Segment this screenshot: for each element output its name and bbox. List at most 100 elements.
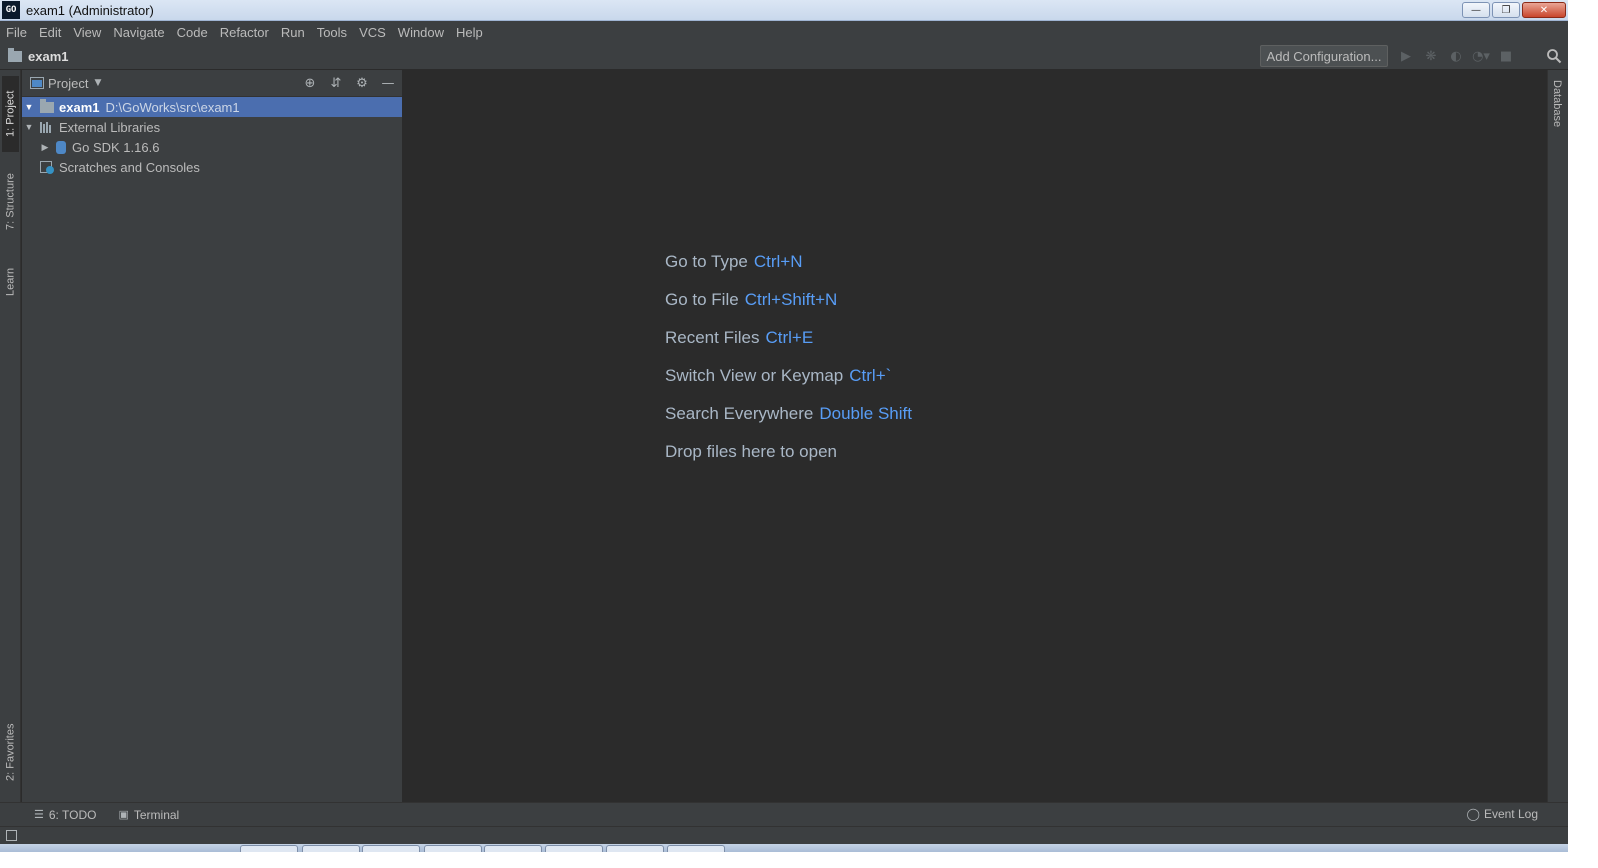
- project-tool-window: Project ▼ ⊕ ⇵ ⚙ — ▼ exam1 D:\GoWorks\src…: [22, 70, 403, 802]
- stop-icon[interactable]: ■: [1498, 48, 1514, 64]
- gear-icon[interactable]: ⚙: [354, 75, 370, 91]
- hint-drop-files: Drop files here to open: [665, 442, 837, 462]
- tree-node-go-sdk[interactable]: ▶ Go SDK 1.16.6: [22, 137, 402, 157]
- expanded-arrow-icon[interactable]: ▼: [24, 102, 34, 112]
- run-toolbar: ▶ ❋ ◐ ◔▾ ■: [1398, 48, 1514, 64]
- search-everywhere-icon[interactable]: [1546, 48, 1562, 64]
- expanded-arrow-icon[interactable]: ▼: [24, 122, 34, 132]
- tree-node-label: External Libraries: [59, 119, 161, 135]
- project-view-icon: [30, 77, 44, 89]
- folder-icon: [8, 47, 22, 62]
- menu-tools[interactable]: Tools: [317, 25, 347, 40]
- hint-shortcut: Double Shift: [819, 404, 912, 423]
- collapsed-arrow-icon[interactable]: ▶: [40, 142, 50, 153]
- tab-todo-label: 6: TODO: [48, 807, 97, 822]
- libraries-icon: [40, 121, 54, 133]
- tree-node-external-libraries[interactable]: ▼ External Libraries: [22, 117, 402, 137]
- tree-node-label: exam1: [59, 99, 100, 115]
- hint-text: Switch View or Keymap: [665, 366, 844, 385]
- window-controls: — ❐ ✕: [1462, 2, 1566, 18]
- hint-switch-view: Switch View or Keymap Ctrl+`: [665, 366, 891, 386]
- chevron-down-icon[interactable]: ▼: [94, 78, 101, 88]
- tab-favorites-label: 2: Favorites: [4, 723, 17, 781]
- list-icon: ☰: [34, 809, 44, 821]
- menu-file[interactable]: File: [6, 25, 27, 40]
- hint-text: Go to Type: [665, 252, 748, 271]
- hint-shortcut: Ctrl+N: [753, 252, 803, 271]
- tab-project[interactable]: 1: Project: [2, 76, 19, 152]
- hint-search-everywhere: Search Everywhere Double Shift: [665, 404, 912, 424]
- event-log-button[interactable]: ◯ Event Log: [1467, 807, 1538, 821]
- hint-text: Search Everywhere: [665, 404, 814, 423]
- menu-refactor[interactable]: Refactor: [220, 25, 269, 40]
- hint-text: Recent Files: [665, 328, 760, 347]
- tree-node-path: D:\GoWorks\src\exam1: [105, 99, 240, 115]
- locate-icon[interactable]: ⊕: [302, 75, 318, 91]
- scratches-icon: [40, 160, 54, 174]
- bottom-tool-stripe: ☰ 6: TODO ▣ Terminal ◯ Event Log: [0, 802, 1568, 826]
- tab-favorites[interactable]: 2: Favorites: [2, 710, 19, 794]
- hint-shortcut: Ctrl+`: [849, 366, 892, 385]
- menu-view[interactable]: View: [73, 25, 101, 40]
- tab-learn[interactable]: Learn: [2, 256, 19, 308]
- menu-code[interactable]: Code: [177, 25, 208, 40]
- menu-bar: File Edit View Navigate Code Refactor Ru…: [0, 21, 1568, 43]
- add-configuration-button[interactable]: Add Configuration...: [1260, 45, 1388, 67]
- tab-structure[interactable]: 7: Structure: [2, 162, 19, 242]
- left-tool-stripe: 1: Project 7: Structure Learn 2: Favorit…: [0, 70, 21, 802]
- run-icon[interactable]: ▶: [1398, 48, 1414, 64]
- coverage-icon[interactable]: ◐: [1448, 48, 1464, 64]
- menu-vcs[interactable]: VCS: [359, 25, 386, 40]
- tab-todo[interactable]: ☰ 6: TODO: [34, 808, 96, 822]
- restore-button[interactable]: ❐: [1492, 2, 1520, 18]
- go-sdk-icon: [56, 140, 66, 154]
- collapse-all-icon[interactable]: ⇵: [328, 75, 344, 91]
- hide-icon[interactable]: —: [380, 75, 396, 91]
- hint-go-to-type: Go to Type Ctrl+N: [665, 252, 803, 272]
- tab-structure-label: 7: Structure: [4, 173, 17, 231]
- screen-margin: [0, 852, 1598, 868]
- tab-terminal[interactable]: ▣ Terminal: [118, 808, 179, 822]
- project-panel-header: Project ▼ ⊕ ⇵ ⚙ —: [22, 70, 402, 97]
- tree-node-scratches[interactable]: Scratches and Consoles: [22, 157, 402, 177]
- hint-recent-files: Recent Files Ctrl+E: [665, 328, 813, 348]
- tab-project-label: 1: Project: [4, 90, 17, 138]
- screen-margin: [1568, 0, 1598, 868]
- menu-window[interactable]: Window: [398, 25, 444, 40]
- hint-go-to-file: Go to File Ctrl+Shift+N: [665, 290, 837, 310]
- tab-terminal-label: Terminal: [133, 807, 180, 822]
- tab-database[interactable]: Database: [1551, 80, 1563, 127]
- tree-node-exam1[interactable]: ▼ exam1 D:\GoWorks\src\exam1: [22, 97, 402, 117]
- tree-node-label: Go SDK 1.16.6: [72, 139, 160, 155]
- hint-shortcut: Ctrl+Shift+N: [744, 290, 838, 309]
- event-log-label: Event Log: [1483, 807, 1538, 821]
- right-tool-stripe: Database: [1547, 70, 1568, 802]
- menu-navigate[interactable]: Navigate: [113, 25, 164, 40]
- tab-database-label: Database: [1551, 80, 1563, 128]
- close-button[interactable]: ✕: [1522, 2, 1566, 18]
- status-bar: [0, 826, 1568, 844]
- tree-node-label: Scratches and Consoles: [59, 159, 200, 175]
- project-view-selector[interactable]: Project: [48, 76, 88, 91]
- tab-learn-label: Learn: [4, 267, 17, 297]
- ide-window: GO exam1 (Administrator) — ❐ ✕ File Edit…: [0, 0, 1568, 853]
- window-title: exam1 (Administrator): [26, 2, 154, 18]
- minimize-button[interactable]: —: [1462, 2, 1490, 18]
- project-tree: ▼ exam1 D:\GoWorks\src\exam1 ▼ External …: [22, 97, 402, 177]
- hint-text: Go to File: [665, 290, 739, 309]
- menu-help[interactable]: Help: [456, 25, 483, 40]
- menu-run[interactable]: Run: [281, 25, 305, 40]
- terminal-icon: ▣: [118, 809, 129, 821]
- menu-edit[interactable]: Edit: [39, 25, 61, 40]
- hint-shortcut: Ctrl+E: [765, 328, 814, 347]
- editor-area[interactable]: Go to Type Ctrl+N Go to File Ctrl+Shift+N …: [403, 70, 1547, 802]
- profile-icon[interactable]: ◔▾: [1472, 48, 1490, 64]
- debug-icon[interactable]: ❋: [1423, 48, 1439, 64]
- os-taskbar: [0, 844, 1568, 853]
- tool-windows-toggle-icon[interactable]: [6, 830, 17, 841]
- title-bar: GO exam1 (Administrator) — ❐ ✕: [0, 0, 1568, 21]
- breadcrumb-project[interactable]: exam1: [28, 49, 68, 64]
- folder-icon: [40, 98, 54, 113]
- speech-bubble-icon: ◯: [1466, 807, 1480, 821]
- goland-app-icon: GO: [2, 1, 20, 19]
